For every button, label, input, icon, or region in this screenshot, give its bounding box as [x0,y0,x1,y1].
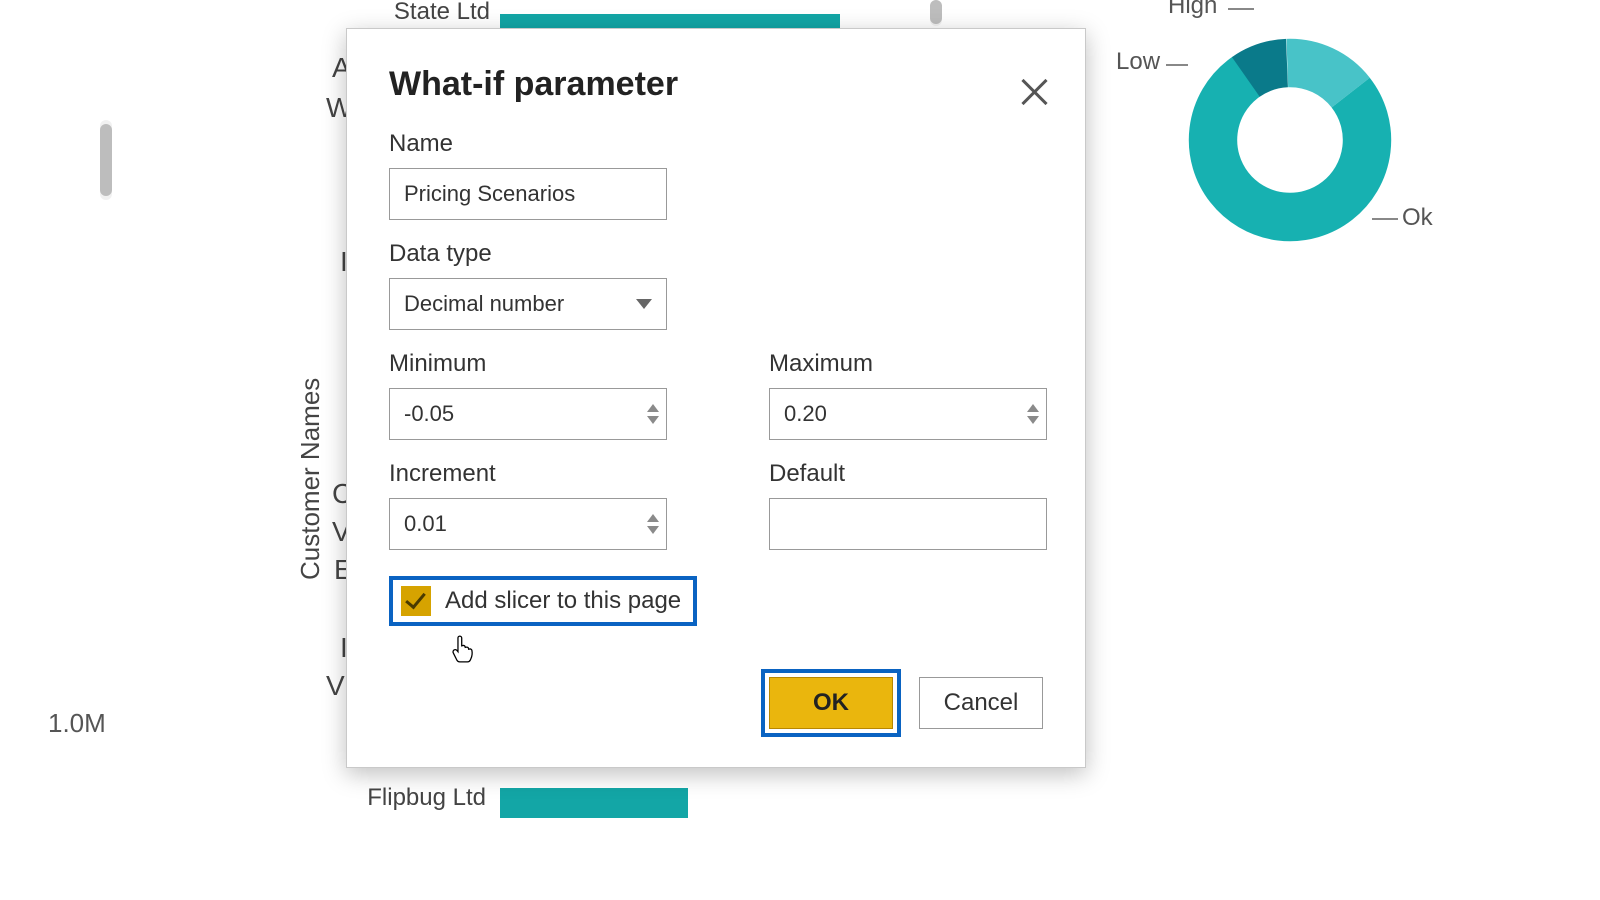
chevron-down-icon [636,299,652,309]
axis-title-customers: Customer Names [295,378,326,580]
field-minimum: Minimum [389,350,667,440]
minimum-spinner [640,389,666,439]
add-slicer-row[interactable]: Add slicer to this page [389,576,697,626]
minimum-label: Minimum [389,350,667,378]
donut-label-low: Low [1116,48,1160,76]
x-tick-1m: 1.0M [48,708,106,739]
minimum-step-down[interactable] [647,416,659,424]
scrollbar-thumb-left[interactable] [100,124,112,196]
donut-chart [1180,30,1400,250]
ok-button[interactable]: OK [769,677,893,729]
increment-input[interactable] [389,498,667,550]
maximum-input[interactable] [769,388,1047,440]
add-slicer-label: Add slicer to this page [445,587,681,615]
default-label: Default [769,460,1047,488]
donut-tick-ok [1372,218,1398,220]
field-increment: Increment [389,460,667,550]
increment-step-up[interactable] [647,514,659,522]
dialog-title: What-if parameter [389,65,1043,104]
ok-highlight: OK [761,669,901,737]
maximum-step-down[interactable] [1027,416,1039,424]
partial-v2: V [326,670,345,702]
field-default: Default [769,460,1047,550]
minimum-step-up[interactable] [647,404,659,412]
scrollbar-thumb-right[interactable] [930,0,942,24]
field-name: Name [389,130,1043,220]
donut-tick-low [1166,64,1188,66]
dialog-buttons: OK Cancel [761,669,1043,737]
minimum-input[interactable] [389,388,667,440]
datatype-value: Decimal number [404,291,564,317]
name-input[interactable] [389,168,667,220]
maximum-step-up[interactable] [1027,404,1039,412]
increment-label: Increment [389,460,667,488]
bar-label-state: State Ltd [370,0,490,26]
close-icon[interactable] [1015,73,1055,113]
whatif-parameter-dialog: What-if parameter Name Data type Decimal… [346,28,1086,768]
bar-label-flipbug: Flipbug Ltd [356,784,486,812]
bar-flipbug [500,788,688,818]
increment-step-down[interactable] [647,526,659,534]
report-canvas: State Ltd Flipbug Ltd A W I C V E I V Cu… [0,0,1600,900]
field-datatype: Data type Decimal number [389,240,1043,330]
datatype-select[interactable]: Decimal number [389,278,667,330]
name-label: Name [389,130,1043,158]
donut-label-high: High [1168,0,1217,20]
add-slicer-checkbox[interactable] [401,586,431,616]
default-input[interactable] [769,498,1047,550]
maximum-label: Maximum [769,350,1047,378]
donut-tick-high [1228,8,1254,10]
field-maximum: Maximum [769,350,1047,440]
datatype-label: Data type [389,240,1043,268]
increment-spinner [640,499,666,549]
maximum-spinner [1020,389,1046,439]
donut-label-ok: Ok [1402,204,1433,232]
cancel-button[interactable]: Cancel [919,677,1043,729]
